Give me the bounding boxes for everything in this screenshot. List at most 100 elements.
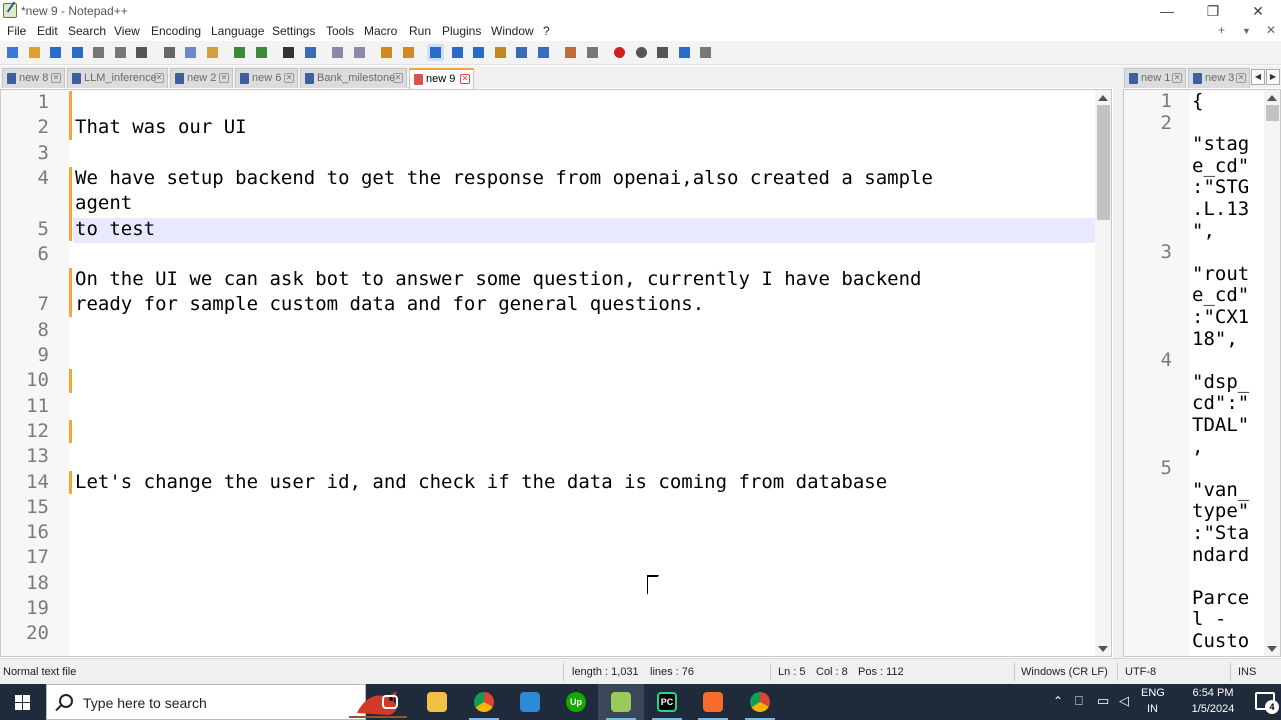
scroll-down-icon[interactable]	[1098, 646, 1108, 652]
tab-llm-inference[interactable]: LLM_inference ✕	[67, 68, 168, 88]
text-line[interactable]: Custo	[1192, 630, 1249, 652]
folder-workspace-button[interactable]	[562, 44, 579, 61]
paste-button[interactable]	[204, 44, 221, 61]
save-all-button[interactable]	[69, 44, 86, 61]
tab-close-icon[interactable]: ✕	[284, 73, 294, 83]
text-line[interactable]: ready for sample custom data and for gen…	[75, 293, 704, 315]
text-line[interactable]: {	[1192, 90, 1203, 112]
menu-help[interactable]: ?	[543, 24, 550, 38]
zoom-in-button[interactable]	[329, 44, 346, 61]
menu-encoding[interactable]: Encoding	[151, 24, 201, 38]
scroll-up-icon[interactable]	[1098, 95, 1108, 101]
text-line[interactable]: .L.13	[1192, 198, 1249, 220]
text-line[interactable]: "rout	[1192, 263, 1249, 285]
text-line[interactable]: "van_	[1192, 479, 1249, 501]
text-line[interactable]: Let's change the user id, and check if t…	[75, 471, 887, 493]
play-macro-button[interactable]	[654, 44, 671, 61]
sync-h-button[interactable]	[400, 44, 417, 61]
text-line[interactable]: type"	[1192, 500, 1249, 522]
clock-time[interactable]: 6:54 PM	[1185, 687, 1241, 699]
vertical-scrollbar[interactable]	[1264, 90, 1280, 656]
tab-scroll-left-icon[interactable]: ◀	[1251, 69, 1265, 85]
cut-button[interactable]	[161, 44, 178, 61]
volume-icon[interactable]: ◁	[1119, 693, 1129, 709]
copy-button[interactable]	[182, 44, 199, 61]
indent-guide-button[interactable]	[470, 44, 487, 61]
menu-view[interactable]: View	[114, 24, 140, 38]
text-line[interactable]: Parce	[1192, 587, 1249, 609]
editor-secondary[interactable]: 12345 {"stag e_cd":"STG .L.13 ", "rout e_cd":…	[1123, 89, 1281, 657]
user-lang-button[interactable]	[492, 44, 509, 61]
menu-search[interactable]: Search	[68, 24, 106, 38]
tab-new-6[interactable]: new 6 ✕	[235, 68, 298, 88]
region-indicator[interactable]: IN	[1147, 703, 1158, 715]
tab-new-3[interactable]: new 3 ✕	[1188, 68, 1250, 88]
text-line[interactable]: On the UI we can ask bot to answer some …	[75, 268, 921, 290]
text-line[interactable]: ndard	[1192, 544, 1249, 566]
taskbar-vscode[interactable]	[507, 684, 553, 720]
display-icon[interactable]: ▭	[1097, 693, 1109, 709]
text-line[interactable]: e_cd"	[1192, 284, 1249, 306]
scroll-up-icon[interactable]	[1267, 95, 1277, 101]
tab-bank-milestone[interactable]: Bank_milestone ✕	[300, 68, 407, 88]
undo-button[interactable]	[231, 44, 248, 61]
record-macro-button[interactable]	[611, 44, 628, 61]
vertical-scrollbar[interactable]	[1095, 90, 1111, 656]
tab-close-icon[interactable]: ✕	[1236, 73, 1246, 83]
scrollbar-thumb[interactable]	[1266, 105, 1279, 121]
text-line[interactable]: cd":"	[1192, 392, 1249, 414]
tab-new-1[interactable]: new 1 ✕	[1124, 68, 1186, 88]
save-macro-button[interactable]	[697, 44, 714, 61]
minimize-button[interactable]: —	[1144, 0, 1190, 22]
text-line[interactable]: "stag	[1192, 133, 1249, 155]
tab-close-icon[interactable]: ✕	[460, 74, 470, 84]
tab-close-icon[interactable]: ✕	[219, 73, 229, 83]
sync-v-button[interactable]	[378, 44, 395, 61]
find-button[interactable]	[280, 44, 297, 61]
tab-close-icon[interactable]: ✕	[51, 73, 61, 83]
text-area[interactable]: That was our UI We have setup backend to …	[73, 90, 1095, 656]
save-button[interactable]	[47, 44, 64, 61]
editor-main[interactable]: 1 2 3 4 5 6 7 8 9 10 11 12 13 14 15 16 17 18 19 20 That was…	[0, 89, 1112, 657]
taskbar-notepadpp[interactable]	[598, 684, 644, 720]
network-icon[interactable]: ⎕	[1075, 693, 1083, 709]
replace-button[interactable]	[302, 44, 319, 61]
word-wrap-button[interactable]	[427, 44, 444, 61]
show-all-chars-button[interactable]	[449, 44, 466, 61]
menu-edit[interactable]: Edit	[37, 24, 58, 38]
tab-new-2[interactable]: new 2 ✕	[170, 68, 233, 88]
menu-macro[interactable]: Macro	[364, 24, 397, 38]
close-all-button[interactable]	[112, 44, 129, 61]
tab-close-icon[interactable]: ✕	[393, 73, 403, 83]
scroll-down-icon[interactable]	[1267, 646, 1277, 652]
stop-macro-button[interactable]	[633, 44, 650, 61]
text-line[interactable]: l -	[1192, 608, 1226, 630]
tab-new-8[interactable]: new 8 ✕	[2, 68, 65, 88]
taskbar-file-explorer[interactable]	[414, 684, 460, 720]
text-line[interactable]: :"STG	[1192, 176, 1249, 198]
taskbar-xampp[interactable]	[690, 684, 736, 720]
show-hidden-icons-icon[interactable]: ⌃	[1053, 694, 1063, 708]
text-line[interactable]: agent	[75, 192, 132, 214]
taskbar-search-box[interactable]: Type here to search	[46, 684, 407, 720]
text-line[interactable]: :"Sta	[1192, 522, 1249, 544]
start-button[interactable]	[0, 684, 46, 720]
text-line[interactable]: to test	[75, 218, 155, 240]
taskbar-chrome-profile[interactable]	[737, 684, 783, 720]
doc-map-button[interactable]	[513, 44, 530, 61]
menu-file[interactable]: File	[7, 24, 26, 38]
tab-scroll-right-icon[interactable]: ▶	[1266, 69, 1280, 85]
add-tab-icon[interactable]: +	[1218, 23, 1225, 37]
text-line[interactable]: e_cd"	[1192, 155, 1249, 177]
view-splitter[interactable]	[1113, 66, 1123, 658]
taskbar-upwork[interactable]: Up	[553, 684, 599, 720]
print-button[interactable]	[133, 44, 150, 61]
text-line[interactable]: TDAL"	[1192, 414, 1249, 436]
scrollbar-thumb[interactable]	[1097, 105, 1110, 220]
taskbar-pycharm[interactable]: PC	[644, 684, 690, 720]
text-line[interactable]: We have setup backend to get the respons…	[75, 167, 933, 189]
tab-list-dropdown-icon[interactable]: ▼	[1242, 26, 1251, 36]
close-button[interactable]: ✕	[1235, 0, 1281, 22]
tab-close-icon[interactable]: ✕	[1172, 73, 1182, 83]
menu-window[interactable]: Window	[491, 24, 534, 38]
